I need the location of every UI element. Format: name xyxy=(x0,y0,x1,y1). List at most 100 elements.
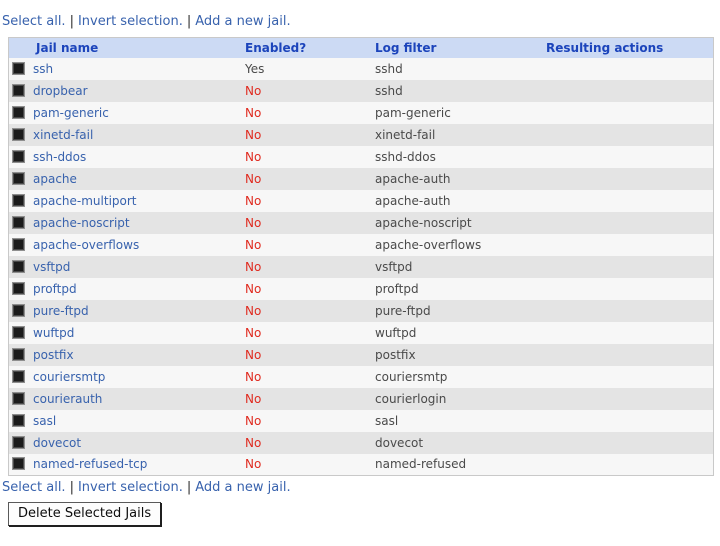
table-row: apache-multiport No apache-auth xyxy=(8,189,714,212)
resulting-actions-value xyxy=(544,168,714,190)
select-all-link[interactable]: Select all. xyxy=(2,480,66,495)
resulting-actions-value xyxy=(544,410,714,432)
select-all-link[interactable]: Select all. xyxy=(2,14,66,29)
invert-selection-link[interactable]: Invert selection. xyxy=(78,480,183,495)
enabled-value: No xyxy=(245,193,262,208)
resulting-actions-value xyxy=(544,432,714,454)
add-new-jail-link[interactable]: Add a new jail. xyxy=(195,14,290,29)
jail-checkbox[interactable] xyxy=(12,237,25,251)
link-separator: | xyxy=(69,14,74,29)
jail-name-link[interactable]: dovecot xyxy=(33,436,81,450)
log-filter-value: sshd-ddos xyxy=(375,149,436,164)
jail-name-link[interactable]: wuftpd xyxy=(33,326,74,340)
add-new-jail-link[interactable]: Add a new jail. xyxy=(195,480,290,495)
log-filter-value: vsftpd xyxy=(375,259,413,274)
resulting-actions-value xyxy=(544,80,714,102)
jail-name-link[interactable]: apache-noscript xyxy=(33,216,130,230)
jail-name-link[interactable]: ssh-ddos xyxy=(33,150,86,164)
jail-name-link[interactable]: postfix xyxy=(33,348,74,362)
resulting-actions-value xyxy=(544,300,714,322)
column-header-log-filter: Log filter xyxy=(375,40,437,55)
jail-name-link[interactable]: proftpd xyxy=(33,282,77,296)
jail-name-link[interactable]: apache xyxy=(33,172,77,186)
enabled-value: No xyxy=(245,347,262,362)
log-filter-value: couriersmtp xyxy=(375,369,448,384)
jail-checkbox[interactable] xyxy=(12,435,25,449)
resulting-actions-value xyxy=(544,388,714,410)
jail-cell: apache-noscript xyxy=(9,212,244,234)
log-filter-value: xinetd-fail xyxy=(375,127,436,142)
jail-name-link[interactable]: pure-ftpd xyxy=(33,304,89,318)
enabled-value: Yes xyxy=(245,61,265,76)
jail-name-link[interactable]: sasl xyxy=(33,414,56,428)
jail-name-link[interactable]: apache-overflows xyxy=(33,238,139,252)
table-header-row: Jail name Enabled? Log filter Resulting … xyxy=(8,37,714,58)
jail-cell: pam-generic xyxy=(9,102,244,124)
jail-checkbox[interactable] xyxy=(12,303,25,317)
jail-checkbox[interactable] xyxy=(12,369,25,383)
enabled-value: No xyxy=(245,83,262,98)
jail-checkbox[interactable] xyxy=(12,83,25,97)
log-filter-value: proftpd xyxy=(375,281,419,296)
table-row: xinetd-fail No xinetd-fail xyxy=(8,123,714,146)
jail-checkbox[interactable] xyxy=(12,61,25,75)
link-separator: | xyxy=(69,480,74,495)
jail-cell: sasl xyxy=(9,410,244,432)
jail-checkbox[interactable] xyxy=(12,127,25,141)
jail-name-link[interactable]: ssh xyxy=(33,62,53,76)
jail-checkbox[interactable] xyxy=(12,259,25,273)
column-header-jail-name: Jail name xyxy=(36,40,99,55)
log-filter-value: pam-generic xyxy=(375,105,451,120)
resulting-actions-value xyxy=(544,146,714,168)
enabled-value: No xyxy=(245,149,262,164)
delete-selected-jails-button[interactable]: Delete Selected Jails xyxy=(8,502,162,526)
link-separator: | xyxy=(186,14,192,29)
jail-checkbox[interactable] xyxy=(12,391,25,405)
table-row: apache No apache-auth xyxy=(8,167,714,190)
jail-name-link[interactable]: dropbear xyxy=(33,84,88,98)
jail-checkbox[interactable] xyxy=(12,281,25,295)
resulting-actions-value xyxy=(544,124,714,146)
table-row: dropbear No sshd xyxy=(8,79,714,102)
jail-checkbox[interactable] xyxy=(12,325,25,339)
jail-cell: apache-multiport xyxy=(9,190,244,212)
jail-name-link[interactable]: xinetd-fail xyxy=(33,128,93,142)
jail-checkbox[interactable] xyxy=(12,347,25,361)
table-row: ssh-ddos No sshd-ddos xyxy=(8,145,714,168)
enabled-value: No xyxy=(245,215,262,230)
enabled-value: No xyxy=(245,391,262,406)
table-row: dovecot No dovecot xyxy=(8,431,714,454)
jail-checkbox[interactable] xyxy=(12,457,25,471)
jail-name-link[interactable]: pam-generic xyxy=(33,106,109,120)
column-header-enabled: Enabled? xyxy=(245,40,307,55)
jail-name-link[interactable]: courierauth xyxy=(33,392,102,406)
jail-name-link[interactable]: vsftpd xyxy=(33,260,70,274)
enabled-value: No xyxy=(245,281,262,296)
jail-name-link[interactable]: apache-multiport xyxy=(33,194,137,208)
log-filter-value: dovecot xyxy=(375,435,424,450)
jail-checkbox[interactable] xyxy=(12,149,25,163)
link-separator: | xyxy=(186,480,192,495)
resulting-actions-value xyxy=(544,366,714,388)
jail-checkbox[interactable] xyxy=(12,413,25,427)
log-filter-value: apache-auth xyxy=(375,193,451,208)
selection-links-bottom: Select all. | Invert selection. | Add a new … xyxy=(2,480,720,496)
jail-cell: dropbear xyxy=(9,80,244,102)
table-row: pam-generic No pam-generic xyxy=(8,101,714,124)
table-row: proftpd No proftpd xyxy=(8,277,714,300)
jail-checkbox[interactable] xyxy=(12,171,25,185)
log-filter-value: postfix xyxy=(375,347,416,362)
jail-name-link[interactable]: named-refused-tcp xyxy=(33,457,147,471)
jail-checkbox[interactable] xyxy=(12,193,25,207)
jail-name-link[interactable]: couriersmtp xyxy=(33,370,105,384)
enabled-value: No xyxy=(245,237,262,252)
table-row: named-refused-tcp No named-refused xyxy=(8,453,714,476)
jail-cell: vsftpd xyxy=(9,256,244,278)
jail-checkbox[interactable] xyxy=(12,105,25,119)
jail-checkbox[interactable] xyxy=(12,215,25,229)
selection-links-top: Select all. | Invert selection. | Add a new … xyxy=(2,14,720,30)
table-row: ssh Yes sshd xyxy=(8,57,714,80)
resulting-actions-value xyxy=(544,58,714,80)
jail-cell: proftpd xyxy=(9,278,244,300)
invert-selection-link[interactable]: Invert selection. xyxy=(78,14,183,29)
